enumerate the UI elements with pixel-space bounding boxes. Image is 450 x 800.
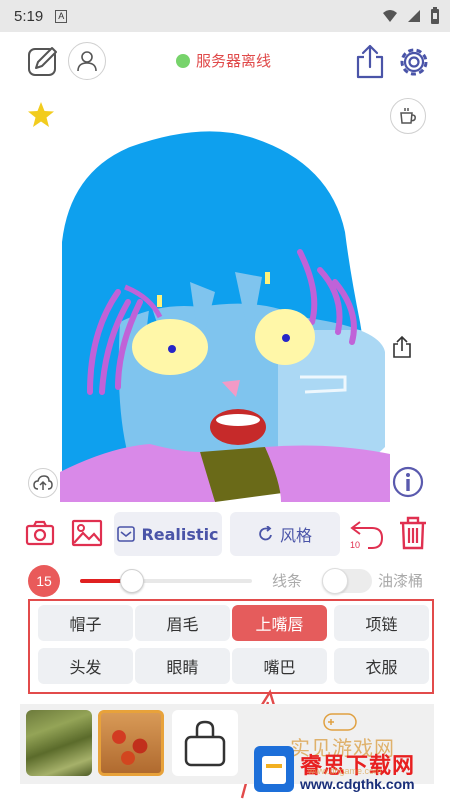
status-bar: 5:19 A — [0, 0, 450, 32]
slider-thumb[interactable] — [120, 569, 144, 593]
gallery-button[interactable] — [70, 518, 104, 548]
bucket-label: 油漆桶 — [378, 572, 424, 590]
watermark-game-url: www.dhgame.com — [308, 766, 382, 776]
part-necklace[interactable]: 项链 — [334, 605, 429, 641]
upload-button[interactable] — [28, 468, 58, 498]
share-icon — [356, 44, 384, 79]
brush-row: 15 线条 油漆桶 — [0, 562, 450, 597]
share-small-button[interactable] — [390, 334, 414, 360]
part-eyebrow[interactable]: 眉毛 — [135, 605, 230, 641]
canvas-drawing — [0, 131, 450, 510]
site-logo — [254, 746, 294, 792]
edit-button[interactable] — [24, 42, 62, 80]
battery-icon — [431, 7, 439, 24]
star-icon — [28, 102, 54, 127]
wifi-icon — [383, 9, 397, 22]
brush-size-slider[interactable] — [80, 569, 252, 593]
style-button[interactable]: 风格 — [230, 512, 340, 556]
asset-thumb-bag[interactable] — [172, 710, 238, 776]
status-dot-icon — [176, 53, 190, 68]
watermark-site: 睿思下载网 www.cdgthk.com www.dhgame.com — [250, 742, 450, 798]
part-clothes[interactable]: 衣服 — [334, 648, 429, 684]
settings-icon — [400, 48, 428, 76]
user-icon — [77, 51, 97, 72]
tool-row: Realistic 风格 10 — [0, 510, 450, 556]
coffee-button[interactable] — [390, 98, 426, 134]
part-mouth[interactable]: 嘴巴 — [232, 648, 327, 684]
bucket-toggle[interactable] — [322, 568, 372, 594]
undo-count: 10 — [350, 540, 361, 550]
checkbox-mail-icon — [117, 526, 136, 542]
part-hair[interactable]: 头发 — [38, 648, 133, 684]
server-status: 服务器离线 — [176, 50, 271, 71]
site-logo-bar-icon — [266, 764, 282, 768]
asset-thumb-flowers[interactable] — [98, 710, 164, 776]
asset-thumb-grass[interactable] — [26, 710, 92, 776]
image-icon — [71, 519, 103, 547]
undo-button[interactable]: 10 — [348, 514, 388, 554]
trash-icon — [400, 516, 426, 550]
info-button[interactable] — [392, 466, 424, 498]
share-button[interactable] — [352, 42, 388, 80]
coffee-cup-icon — [400, 108, 416, 124]
user-button[interactable] — [68, 42, 106, 80]
part-eyes[interactable]: 眼睛 — [135, 648, 230, 684]
delete-button[interactable] — [396, 514, 430, 552]
style-mode-button[interactable]: Realistic — [114, 512, 222, 556]
upload-cloud-icon — [33, 475, 53, 490]
status-time: 5:19 — [14, 7, 44, 25]
signal-icon — [408, 9, 420, 22]
bag-icon — [184, 720, 226, 767]
camera-icon — [25, 520, 55, 546]
camera-button[interactable] — [24, 518, 56, 548]
part-hat[interactable]: 帽子 — [38, 605, 133, 641]
brush-size-badge: 15 — [28, 565, 60, 597]
line-label: 线条 — [272, 572, 303, 590]
share-small-icon — [393, 335, 411, 358]
server-status-text: 服务器离线 — [196, 52, 272, 70]
site-logo-page-icon — [262, 756, 286, 784]
part-upper-lip[interactable]: 上嘴唇 — [232, 605, 327, 641]
drawing-canvas[interactable] — [0, 92, 450, 510]
edit-icon — [28, 47, 57, 76]
parts-panel: 帽子 眉毛 上嘴唇 项链 头发 眼睛 嘴巴 衣服 — [28, 599, 434, 694]
favorite-button[interactable] — [26, 100, 56, 130]
gamepad-icon — [323, 713, 357, 731]
refresh-icon — [259, 526, 272, 541]
info-icon — [392, 466, 424, 498]
notification-badge: A — [55, 9, 68, 23]
settings-button[interactable] — [396, 44, 432, 80]
style-button-label: 风格 — [279, 526, 312, 545]
style-mode-label: Realistic — [141, 524, 219, 544]
watermark-site-url: www.cdgthk.com — [300, 776, 415, 792]
status-icons — [382, 7, 440, 24]
toggle-knob[interactable] — [322, 568, 348, 594]
